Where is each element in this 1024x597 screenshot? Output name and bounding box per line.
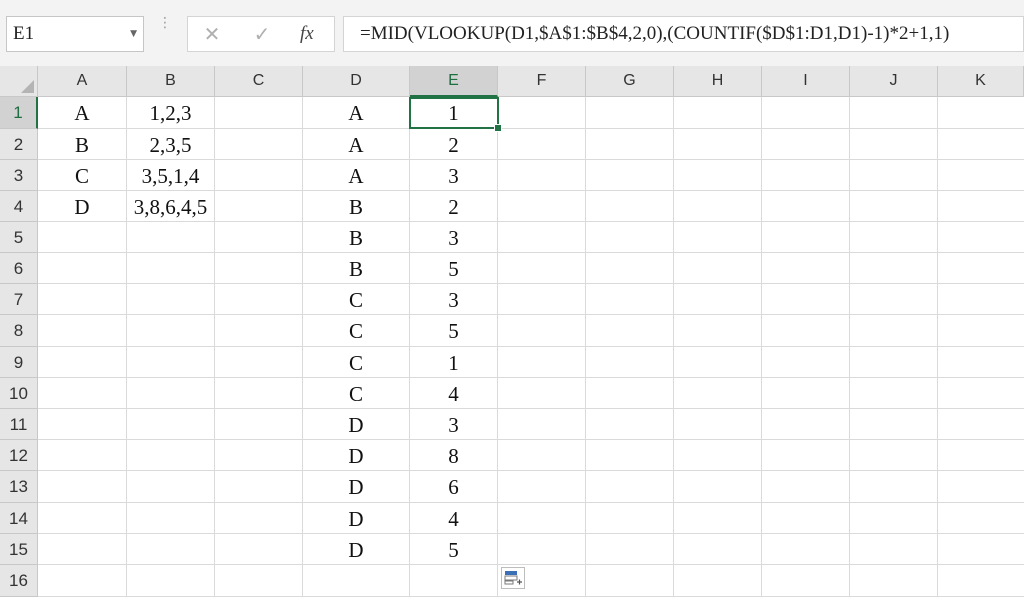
cell-d13[interactable]: D xyxy=(303,471,409,502)
gridline xyxy=(38,502,1024,503)
cell-a4[interactable]: D xyxy=(38,191,126,221)
cell-e9[interactable]: 1 xyxy=(410,347,497,377)
column-header-g[interactable]: G xyxy=(586,66,674,97)
column-header-f[interactable]: F xyxy=(498,66,586,97)
cell-e4[interactable]: 2 xyxy=(410,191,497,221)
cell-e7[interactable]: 3 xyxy=(410,284,497,314)
column-header-e[interactable]: E xyxy=(410,66,498,97)
row-header-15[interactable]: 15 xyxy=(0,534,38,565)
gridline xyxy=(497,97,498,597)
column-header-a[interactable]: A xyxy=(38,66,127,97)
grip-dots-icon: ⋮ xyxy=(158,15,172,31)
cell-e6[interactable]: 5 xyxy=(410,253,497,283)
cell-d9[interactable]: C xyxy=(303,347,409,377)
cell-d10[interactable]: C xyxy=(303,378,409,408)
chevron-down-icon[interactable]: ▼ xyxy=(130,17,137,51)
cell-d12[interactable]: D xyxy=(303,440,409,470)
gridline xyxy=(38,533,1024,534)
cell-d15[interactable]: D xyxy=(303,534,409,564)
column-header-h[interactable]: H xyxy=(674,66,762,97)
gridline xyxy=(38,252,1024,253)
cell-b3[interactable]: 3,5,1,4 xyxy=(127,160,214,190)
column-header-i[interactable]: I xyxy=(762,66,850,97)
name-box[interactable]: E1 ▼ xyxy=(6,16,144,52)
cell-d6[interactable]: B xyxy=(303,253,409,283)
column-header-b[interactable]: B xyxy=(127,66,215,97)
cell-d5[interactable]: B xyxy=(303,222,409,252)
name-box-value: E1 xyxy=(13,23,35,44)
row-header-2[interactable]: 2 xyxy=(0,129,38,160)
gridline xyxy=(761,97,762,597)
check-icon[interactable]: ✓ xyxy=(250,17,274,51)
column-header-k[interactable]: K xyxy=(938,66,1024,97)
column-header-c[interactable]: C xyxy=(215,66,303,97)
cell-e15[interactable]: 5 xyxy=(410,534,497,564)
row-header-5[interactable]: 5 xyxy=(0,222,38,253)
close-icon[interactable]: ✕ xyxy=(200,17,224,51)
gridline xyxy=(38,408,1024,409)
gridline xyxy=(673,97,674,597)
quick-analysis-icon[interactable] xyxy=(501,567,525,589)
row-header-1[interactable]: 1 xyxy=(0,97,38,129)
gridline xyxy=(38,314,1024,315)
row-header-9[interactable]: 9 xyxy=(0,347,38,378)
gridline xyxy=(38,564,1024,565)
gridline xyxy=(849,97,850,597)
row-header-10[interactable]: 10 xyxy=(0,378,38,409)
column-header-j[interactable]: J xyxy=(850,66,938,97)
row-header-13[interactable]: 13 xyxy=(0,471,38,503)
row-header-16[interactable]: 16 xyxy=(0,565,38,597)
cell-d7[interactable]: C xyxy=(303,284,409,314)
row-header-14[interactable]: 14 xyxy=(0,503,38,534)
row-header-6[interactable]: 6 xyxy=(0,253,38,284)
cell-d8[interactable]: C xyxy=(303,315,409,346)
gridline xyxy=(38,346,1024,347)
cell-e12[interactable]: 8 xyxy=(410,440,497,470)
cell-e3[interactable]: 3 xyxy=(410,160,497,190)
select-all-corner[interactable] xyxy=(0,66,38,97)
row-header-4[interactable]: 4 xyxy=(0,191,38,222)
cell-a1[interactable]: A xyxy=(38,97,126,128)
active-cell-border xyxy=(409,97,499,129)
cell-a2[interactable]: B xyxy=(38,129,126,159)
gridline xyxy=(38,221,1024,222)
gridline xyxy=(38,470,1024,471)
cell-d2[interactable]: A xyxy=(303,129,409,159)
cell-e11[interactable]: 3 xyxy=(410,409,497,439)
cell-a3[interactable]: C xyxy=(38,160,126,190)
row-header-11[interactable]: 11 xyxy=(0,409,38,440)
gridline xyxy=(38,283,1024,284)
cell-b2[interactable]: 2,3,5 xyxy=(127,129,214,159)
cell-b1[interactable]: 1,2,3 xyxy=(127,97,214,128)
row-header-8[interactable]: 8 xyxy=(0,315,38,347)
row-header-7[interactable]: 7 xyxy=(0,284,38,315)
cell-d11[interactable]: D xyxy=(303,409,409,439)
cell-d3[interactable]: A xyxy=(303,160,409,190)
row-header-12[interactable]: 12 xyxy=(0,440,38,471)
gridline xyxy=(38,439,1024,440)
cell-e10[interactable]: 4 xyxy=(410,378,497,408)
fill-handle[interactable] xyxy=(494,124,502,132)
cell-d1[interactable]: A xyxy=(303,97,409,128)
cell-e14[interactable]: 4 xyxy=(410,503,497,533)
cell-e2[interactable]: 2 xyxy=(410,129,497,159)
cell-d14[interactable]: D xyxy=(303,503,409,533)
formula-buttons: ✕ ✓ fx xyxy=(187,16,335,52)
formula-bar-area: E1 ▼ ⋮ ✕ ✓ fx =MID(VLOOKUP(D1,$A$1:$B$4,… xyxy=(0,0,1024,66)
function-icon[interactable]: fx xyxy=(300,17,314,51)
gridline xyxy=(585,97,586,597)
cell-b4[interactable]: 3,8,6,4,5 xyxy=(127,191,214,221)
column-header-d[interactable]: D xyxy=(303,66,410,97)
formula-input[interactable]: =MID(VLOOKUP(D1,$A$1:$B$4,2,0),(COUNTIF(… xyxy=(343,16,1024,52)
row-header-3[interactable]: 3 xyxy=(0,160,38,191)
cell-e8[interactable]: 5 xyxy=(410,315,497,346)
cell-d4[interactable]: B xyxy=(303,191,409,221)
gridline xyxy=(937,97,938,597)
gridline xyxy=(38,377,1024,378)
gridline xyxy=(214,97,215,597)
cell-e13[interactable]: 6 xyxy=(410,471,497,502)
cell-e5[interactable]: 3 xyxy=(410,222,497,252)
